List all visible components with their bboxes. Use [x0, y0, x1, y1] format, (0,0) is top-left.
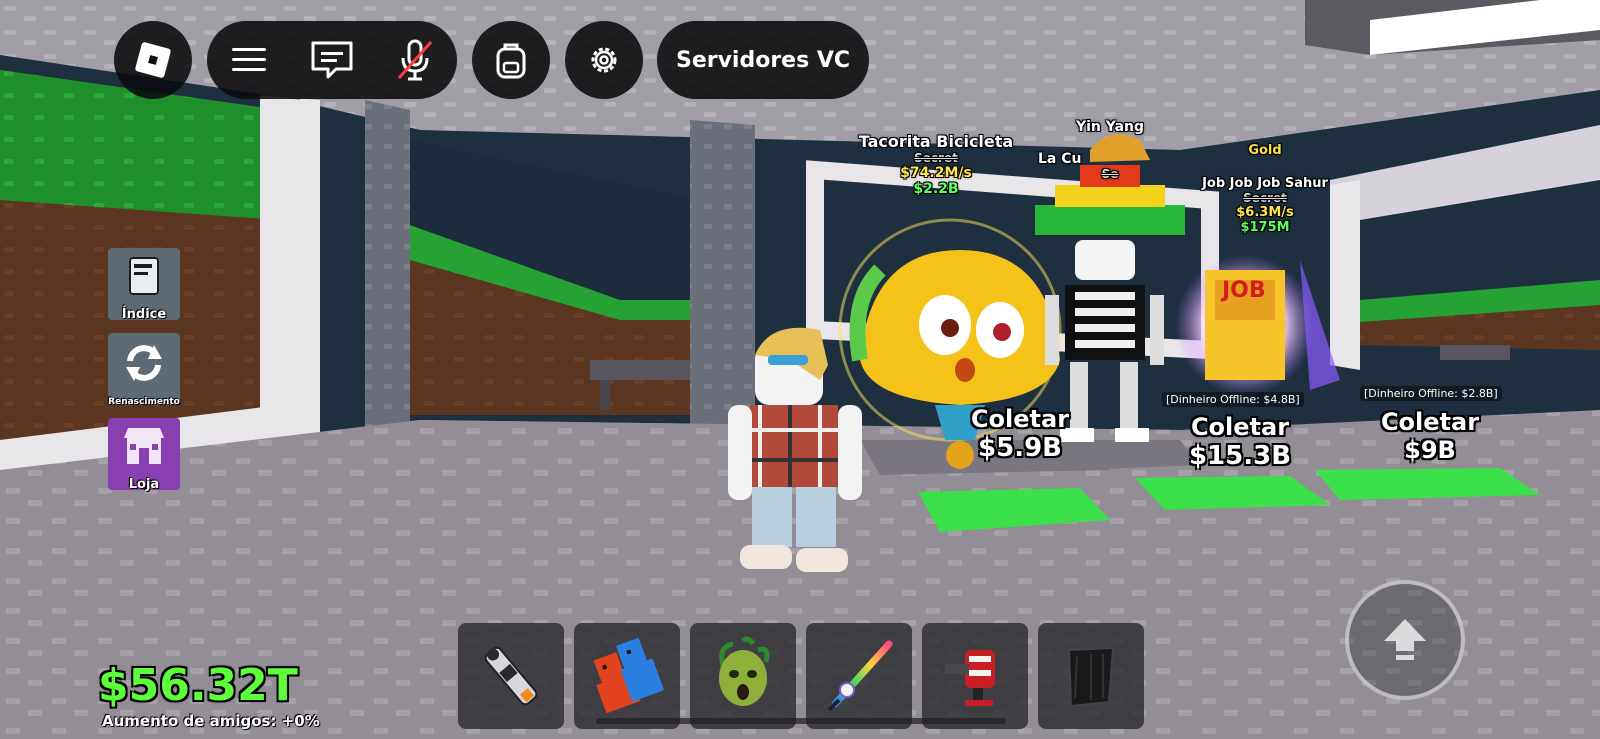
- hotbar-slot-5[interactable]: [922, 623, 1028, 729]
- hotbar-slot-4[interactable]: [806, 623, 912, 729]
- pet-price: $2.2B: [913, 181, 959, 197]
- mic-muted-icon: [398, 39, 433, 81]
- collect-amount: $9B: [1404, 436, 1456, 464]
- pet-rate: $6.3M/s: [1236, 205, 1294, 220]
- pet-info-job-job-job-sahur: Gold Job Job Job Sahur Secret $6.3M/s $1…: [1180, 143, 1350, 235]
- chat-button[interactable]: [302, 30, 362, 90]
- book-icon: [129, 257, 159, 295]
- offline-money-3: [Dinheiro Offline: $2.8B]: [1360, 386, 1502, 401]
- pet-rarity: Secret: [1243, 191, 1287, 205]
- shop-button[interactable]: Loja: [108, 418, 180, 492]
- collect-label: Coletar: [1380, 408, 1480, 436]
- collect-pad-3[interactable]: Coletar $9B: [1370, 408, 1490, 464]
- job-sign-text: JOB: [1222, 278, 1266, 303]
- pet-name: Yin Yang: [1075, 119, 1145, 135]
- menu-button[interactable]: [219, 30, 279, 90]
- collect-amount: $15.3B: [1188, 441, 1292, 471]
- mic-toggle-button[interactable]: [385, 30, 445, 90]
- friend-boost-text: Aumento de amigos: +0%: [102, 712, 320, 730]
- jump-button[interactable]: [1345, 580, 1465, 700]
- gear-icon: [591, 47, 617, 73]
- blocky-figure-icon: [593, 637, 665, 714]
- offline-money-2: [Dinheiro Offline: $4.8B]: [1162, 392, 1304, 407]
- collect-pad-2[interactable]: Coletar $15.3B: [1180, 413, 1300, 471]
- pet-info-yin-yang: Yin Yang La Cu Se: [1038, 119, 1160, 181]
- portal-gun-icon: [484, 646, 538, 706]
- jump-arrow-icon: [1384, 619, 1426, 660]
- pet-mutation: Gold: [1248, 143, 1282, 158]
- collect-label: Coletar: [1190, 413, 1290, 441]
- pet-rarity: Secret: [914, 151, 958, 165]
- chat-icon: [311, 41, 353, 79]
- top-menu-group: [207, 21, 457, 99]
- hotbar-scrollbar[interactable]: [596, 718, 1006, 724]
- shop-label: Loja: [128, 477, 160, 492]
- roblox-menu-button[interactable]: [114, 21, 192, 99]
- collect-pad-1[interactable]: Coletar $5.9B: [960, 405, 1080, 463]
- dark-cloak-icon: [1067, 646, 1115, 708]
- hotbar-slot-2[interactable]: [574, 623, 680, 729]
- pet-price: $175M: [1240, 220, 1290, 235]
- index-button[interactable]: Índice: [108, 248, 180, 322]
- index-label: Índice: [121, 307, 167, 322]
- shop-icon: [124, 428, 164, 464]
- pet-info-tacorita: Tacorita Bicicleta Secret $74.2M/s $2.2B: [846, 132, 1026, 197]
- hotbar-slot-6[interactable]: [1038, 623, 1144, 729]
- medusa-head-icon: [719, 636, 770, 706]
- backpack-button[interactable]: [472, 21, 550, 99]
- voice-servers-button[interactable]: Servidores VC: [657, 21, 869, 99]
- laser-blaster-icon: [945, 650, 995, 706]
- money-counter: $56.32T: [98, 660, 298, 711]
- pet-name: Job Job Job Sahur: [1202, 176, 1328, 191]
- pet-subname: La Cu: [1038, 151, 1082, 167]
- hotbar-slot-3[interactable]: [690, 623, 796, 729]
- pet-name: Tacorita Bicicleta: [858, 132, 1014, 151]
- settings-button[interactable]: [565, 21, 643, 99]
- pet-rate: $74.2M/s: [900, 165, 972, 181]
- rebirth-label: Renascimento: [108, 397, 180, 407]
- rebirth-icon: [126, 345, 162, 381]
- hotbar-slot-1[interactable]: [458, 623, 564, 729]
- collect-amount: $5.9B: [978, 433, 1062, 463]
- backpack-icon: [496, 43, 526, 79]
- roblox-logo-icon: [135, 42, 171, 78]
- rainbow-sword-icon: [827, 640, 893, 712]
- collect-label: Coletar: [970, 405, 1070, 433]
- hamburger-icon: [231, 48, 266, 71]
- rebirth-button[interactable]: Renascimento: [108, 333, 180, 407]
- pet-rarity: Se: [1101, 167, 1119, 181]
